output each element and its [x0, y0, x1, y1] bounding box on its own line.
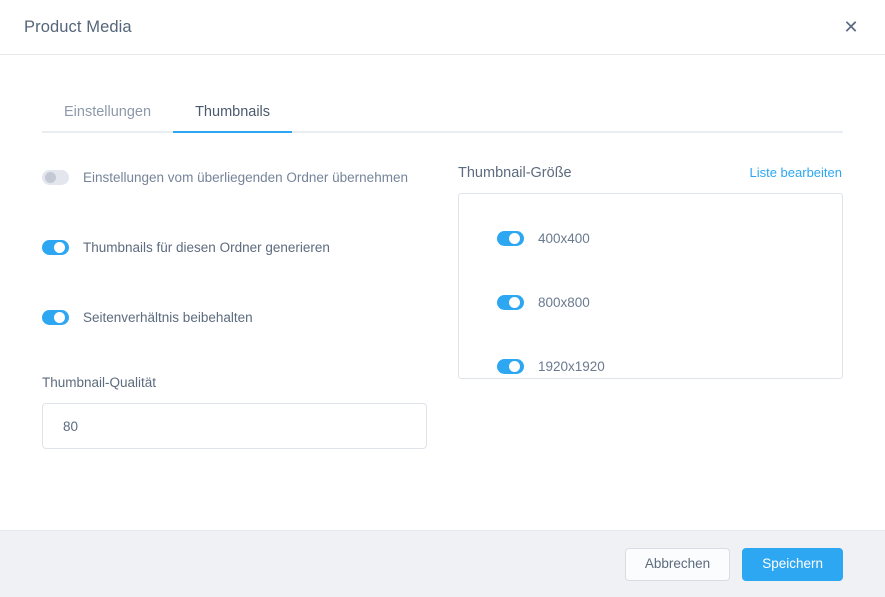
dialog-body: Einstellungen Thumbnails Einstellungen v… [0, 55, 885, 530]
toggle-knob-icon [54, 311, 65, 323]
thumbnail-size-toggle-800[interactable] [497, 294, 524, 310]
product-media-dialog: Product Media ✕ Einstellungen Thumbnails… [0, 0, 885, 597]
close-icon[interactable]: ✕ [837, 13, 865, 41]
thumbnail-size-toggle-1920[interactable] [497, 358, 524, 374]
thumbnail-quality-input[interactable] [42, 403, 427, 449]
thumbnail-size-header: Thumbnail-Größe Liste bearbeiten [458, 165, 843, 181]
toggle-knob-icon [45, 171, 56, 183]
thumbnail-size-label-400: 400x400 [538, 230, 590, 246]
toggle-knob-icon [509, 296, 520, 308]
settings-column-right: Thumbnail-Größe Liste bearbeiten 400x400 [442, 165, 843, 449]
cancel-button[interactable]: Abbrechen [624, 547, 731, 581]
thumbnail-quality-group: Thumbnail-Qualität [42, 375, 442, 449]
thumbnail-size-list: 400x400 800x800 1920x1920 [458, 193, 843, 379]
dialog-title: Product Media [24, 17, 132, 36]
thumbnail-size-toggle-400[interactable] [497, 230, 524, 246]
tab-bar: Einstellungen Thumbnails [42, 83, 843, 133]
list-item[interactable]: 400x400 [497, 226, 842, 250]
edit-list-link[interactable]: Liste bearbeiten [749, 165, 842, 180]
settings-column-left: Einstellungen vom überliegenden Ordner ü… [42, 165, 442, 449]
thumbnail-size-label-1920: 1920x1920 [538, 358, 605, 374]
list-item[interactable]: 800x800 [497, 290, 842, 314]
toggle-knob-icon [54, 241, 65, 253]
settings-content: Einstellungen vom überliegenden Ordner ü… [42, 165, 843, 449]
keep-aspect-ratio-toggle[interactable] [42, 309, 69, 325]
toggle-label-generate-thumbnails: Thumbnails für diesen Ordner generieren [83, 239, 330, 255]
toggle-knob-icon [509, 232, 520, 244]
toggle-row-generate-thumbnails[interactable]: Thumbnails für diesen Ordner generieren [42, 235, 442, 259]
list-item[interactable]: 1920x1920 [497, 354, 842, 378]
tab-einstellungen[interactable]: Einstellungen [42, 104, 173, 131]
inherit-settings-toggle[interactable] [42, 169, 69, 185]
toggle-label-keep-aspect-ratio: Seitenverhältnis beibehalten [83, 309, 253, 325]
thumbnail-quality-label: Thumbnail-Qualität [42, 375, 157, 390]
tab-thumbnails[interactable]: Thumbnails [173, 104, 292, 133]
thumbnail-size-title: Thumbnail-Größe [458, 165, 572, 181]
toggle-row-keep-aspect-ratio[interactable]: Seitenverhältnis beibehalten [42, 305, 442, 329]
dialog-header: Product Media ✕ [0, 0, 885, 55]
toggle-row-inherit-settings[interactable]: Einstellungen vom überliegenden Ordner ü… [42, 165, 442, 189]
thumbnail-size-label-800: 800x800 [538, 294, 590, 310]
toggle-knob-icon [509, 360, 520, 372]
toggle-label-inherit-settings: Einstellungen vom überliegenden Ordner ü… [83, 169, 408, 185]
dialog-footer: Abbrechen Speichern [0, 530, 885, 597]
save-button[interactable]: Speichern [742, 547, 843, 581]
generate-thumbnails-toggle[interactable] [42, 239, 69, 255]
